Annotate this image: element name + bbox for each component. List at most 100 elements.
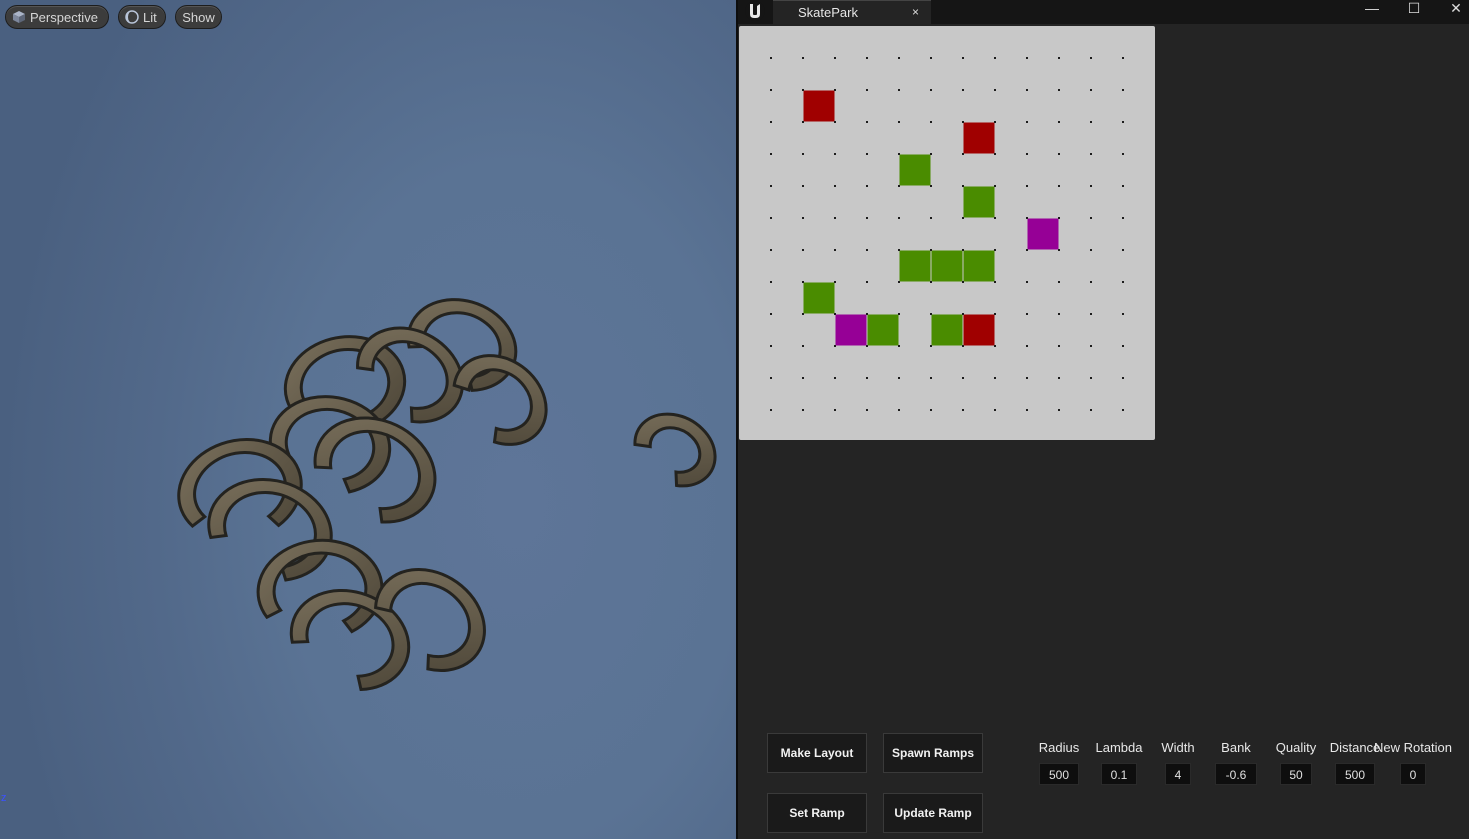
- grid-dot: [866, 409, 868, 411]
- lit-button[interactable]: Lit: [118, 5, 166, 29]
- grid-dot: [770, 121, 772, 123]
- grid-dot: [930, 409, 932, 411]
- param-input[interactable]: 4: [1165, 763, 1191, 785]
- ramp-mesh[interactable]: [624, 400, 729, 497]
- grid-dot: [898, 409, 900, 411]
- perspective-button[interactable]: Perspective: [5, 5, 109, 29]
- param-input[interactable]: 0: [1400, 763, 1426, 785]
- grid-dot: [866, 281, 868, 283]
- ramp-mesh[interactable]: [254, 535, 386, 639]
- grid-dot: [834, 409, 836, 411]
- grid-dot: [1026, 281, 1028, 283]
- grid-dot: [930, 345, 932, 347]
- grid-dot: [834, 57, 836, 59]
- show-button[interactable]: Show: [175, 5, 222, 29]
- grid-dot: [802, 57, 804, 59]
- grid-dot: [1058, 281, 1060, 283]
- grid-cell-red[interactable]: [963, 122, 995, 154]
- grid-dot: [898, 313, 900, 315]
- grid-dot: [1090, 185, 1092, 187]
- grid-dot: [770, 89, 772, 91]
- grid-dot: [1058, 57, 1060, 59]
- grid-dot: [770, 313, 772, 315]
- grid-dot: [994, 281, 996, 283]
- grid-dot: [802, 377, 804, 379]
- grid-dot: [866, 185, 868, 187]
- ramp-mesh[interactable]: [279, 574, 423, 700]
- update-ramp-button[interactable]: Update Ramp: [883, 793, 983, 833]
- param-new-rotation: New Rotation 0: [1368, 740, 1458, 785]
- param-input[interactable]: 50: [1280, 763, 1312, 785]
- grid-dot: [866, 153, 868, 155]
- grid-dot: [1090, 281, 1092, 283]
- close-button[interactable]: ✕: [1441, 0, 1469, 20]
- grid-dot: [1058, 249, 1060, 251]
- grid-dot: [1026, 409, 1028, 411]
- grid-dot: [994, 249, 996, 251]
- make-layout-button[interactable]: Make Layout: [767, 733, 867, 773]
- minimize-button[interactable]: —: [1357, 0, 1387, 20]
- grid-cell-green[interactable]: [899, 250, 931, 282]
- grid-dot: [834, 377, 836, 379]
- level-viewport[interactable]: Perspective Lit Show z: [0, 0, 736, 839]
- grid-dot: [866, 249, 868, 251]
- grid-dot: [930, 281, 932, 283]
- grid-dot: [1122, 121, 1124, 123]
- grid-dot: [962, 185, 964, 187]
- spawn-ramps-button[interactable]: Spawn Ramps: [883, 733, 983, 773]
- grid-cell-green[interactable]: [931, 250, 963, 282]
- grid-dot: [898, 57, 900, 59]
- grid-cell-red[interactable]: [963, 314, 995, 346]
- grid-dot: [802, 121, 804, 123]
- grid-cell-purple[interactable]: [835, 314, 867, 346]
- grid-dot: [1090, 217, 1092, 219]
- grid-dot: [866, 345, 868, 347]
- grid-dot: [1026, 153, 1028, 155]
- grid-dot: [994, 313, 996, 315]
- grid-cell-green[interactable]: [867, 314, 899, 346]
- grid-cell-green[interactable]: [963, 186, 995, 218]
- grid-dot: [994, 377, 996, 379]
- grid-cell-green[interactable]: [899, 154, 931, 186]
- grid-dot: [770, 217, 772, 219]
- grid-dot: [898, 217, 900, 219]
- tab-skatepark[interactable]: SkatePark ×: [773, 0, 931, 24]
- grid-dot: [962, 153, 964, 155]
- grid-canvas[interactable]: [739, 26, 1155, 440]
- grid-cell-red[interactable]: [803, 90, 835, 122]
- param-input[interactable]: 500: [1039, 763, 1079, 785]
- grid-dot: [994, 185, 996, 187]
- grid-dot: [962, 121, 964, 123]
- grid-dot: [898, 185, 900, 187]
- grid-dot: [866, 217, 868, 219]
- grid-cell-green[interactable]: [803, 282, 835, 314]
- grid-dot: [1122, 153, 1124, 155]
- tab-close-icon[interactable]: ×: [912, 5, 919, 19]
- grid-dot: [770, 377, 772, 379]
- grid-dot: [770, 57, 772, 59]
- lighting-mode-icon: [125, 10, 139, 24]
- grid-cell-purple[interactable]: [1027, 218, 1059, 250]
- param-input[interactable]: 0.1: [1101, 763, 1137, 785]
- grid-dot: [1122, 409, 1124, 411]
- grid-cell-green[interactable]: [931, 314, 963, 346]
- grid-dot: [1058, 185, 1060, 187]
- grid-dot: [802, 153, 804, 155]
- grid-dot: [994, 89, 996, 91]
- maximize-button[interactable]: ☐: [1399, 0, 1429, 20]
- window-titlebar[interactable]: SkatePark × — ☐ ✕: [738, 0, 1469, 24]
- grid-dot: [1058, 409, 1060, 411]
- grid-dot: [898, 345, 900, 347]
- grid-dot: [1090, 89, 1092, 91]
- viewport-scene[interactable]: [0, 0, 736, 839]
- grid-dot: [1026, 89, 1028, 91]
- grid-dot: [770, 185, 772, 187]
- grid-dot: [1122, 89, 1124, 91]
- grid-cell-green[interactable]: [963, 250, 995, 282]
- grid-dot: [1058, 377, 1060, 379]
- layout-grid[interactable]: [739, 26, 1155, 440]
- grid-dot: [994, 121, 996, 123]
- grid-dot: [962, 281, 964, 283]
- grid-dot: [834, 313, 836, 315]
- set-ramp-button[interactable]: Set Ramp: [767, 793, 867, 833]
